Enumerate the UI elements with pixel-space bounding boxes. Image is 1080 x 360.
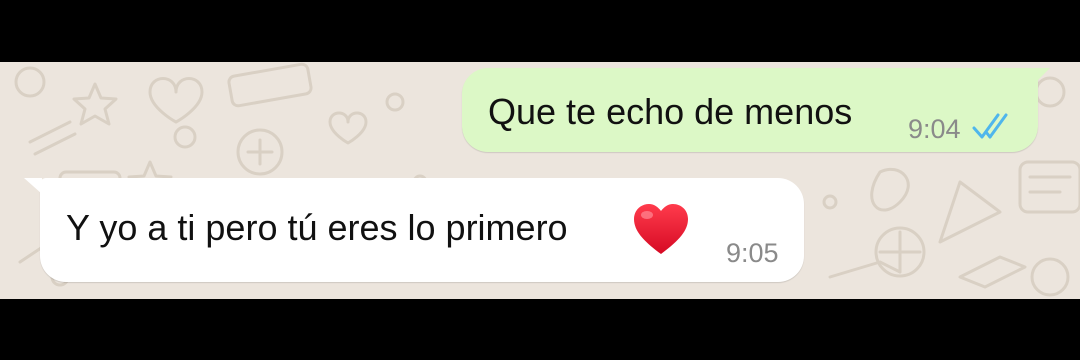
red-heart-icon: [634, 204, 688, 254]
bubble-tail: [24, 178, 42, 194]
incoming-message-bubble[interactable]: Y yo a ti pero tú eres lo primero 9:05: [24, 178, 804, 282]
bottom-black-bar: [0, 299, 1080, 360]
double-check-read-icon: [972, 113, 1008, 139]
bubble-tail: [1034, 68, 1050, 84]
message-text: Y yo a ti pero tú eres lo primero: [66, 207, 568, 248]
message-time: 9:05: [726, 238, 779, 268]
message-text: Que te echo de menos: [488, 91, 853, 132]
chat-area[interactable]: Que te echo de menos 9:04 Y yo a ti pero…: [0, 62, 1080, 299]
top-black-bar: [0, 0, 1080, 62]
message-time: 9:04: [908, 114, 961, 144]
outgoing-message-bubble[interactable]: Que te echo de menos 9:04: [462, 68, 1050, 152]
